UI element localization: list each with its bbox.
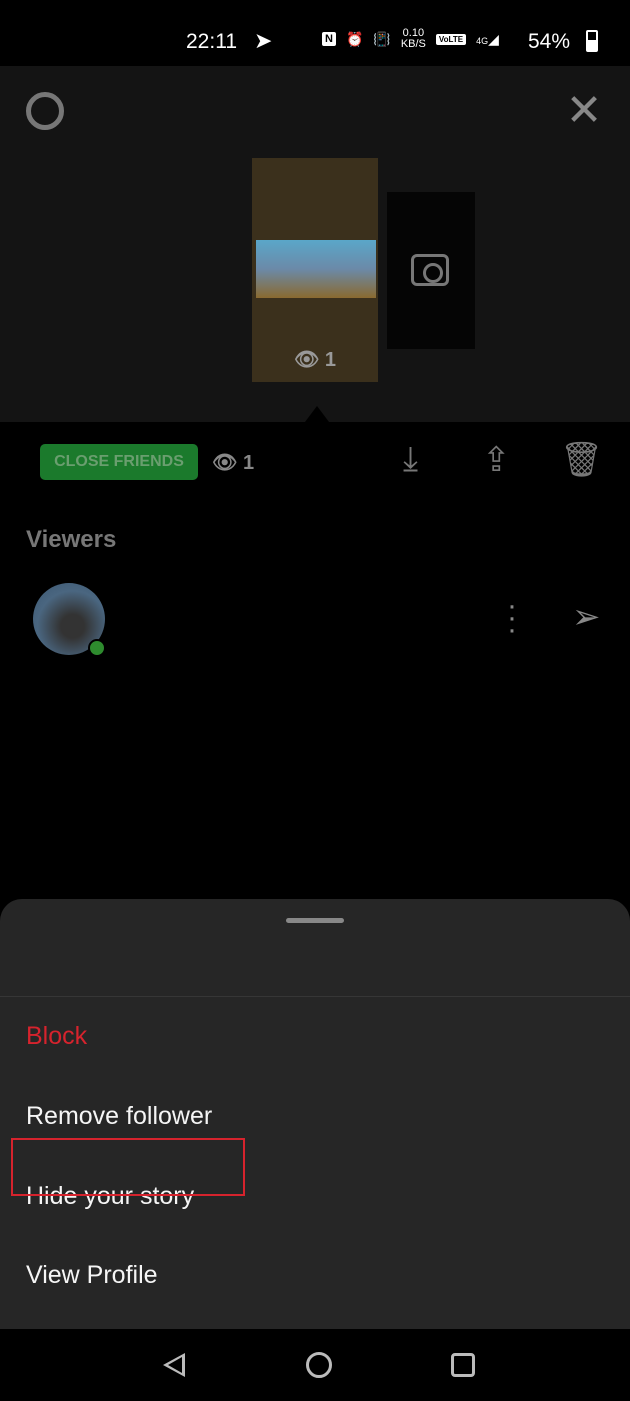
battery-percent: 54% xyxy=(528,30,571,53)
selected-pointer xyxy=(305,406,329,422)
eye-icon: 👁 xyxy=(293,349,320,371)
bottom-sheet: Block Remove follower Hide your story Vi… xyxy=(0,899,630,1329)
download-icon[interactable]: ⤓ xyxy=(403,440,418,479)
story-view-count: 👁 1 xyxy=(252,347,378,372)
delete-trash-icon[interactable]: 🗑 xyxy=(560,440,603,480)
net-speed: 0.10 KB/S xyxy=(401,28,426,50)
settings-gear-icon[interactable] xyxy=(26,92,64,130)
drag-handle[interactable] xyxy=(286,918,344,923)
online-indicator xyxy=(88,639,106,657)
recents-icon[interactable] xyxy=(451,1353,475,1377)
add-story-tile[interactable] xyxy=(387,192,475,349)
block-option[interactable]: Block xyxy=(26,1022,87,1051)
net-speed-unit: KB/S xyxy=(400,38,426,50)
story-thumbnail[interactable]: 👁 1 xyxy=(252,158,378,382)
send-icon[interactable]: ➢ xyxy=(572,597,601,637)
view-count-value: 1 xyxy=(242,452,255,474)
back-icon[interactable] xyxy=(163,1353,185,1377)
close-friends-badge: CLOSE FRIENDS xyxy=(40,444,198,480)
navigation-bar xyxy=(0,1329,630,1401)
signal-icon: 4G◢ xyxy=(476,30,499,47)
viewers-heading: Viewers xyxy=(26,526,117,553)
story-image xyxy=(256,240,376,298)
view-profile-option[interactable]: View Profile xyxy=(26,1261,158,1290)
volte-icon: VoLTE xyxy=(435,33,467,45)
clock: 22:11 xyxy=(186,30,237,53)
vibrate-icon: 📳 xyxy=(373,30,391,47)
alarm-icon: ⏰ xyxy=(345,30,364,47)
close-icon[interactable]: ✕ xyxy=(565,89,603,133)
nfc-icon: N xyxy=(322,32,336,46)
eye-icon: 👁 xyxy=(212,452,238,474)
remove-follower-option[interactable]: Remove follower xyxy=(26,1102,212,1131)
telegram-icon: ➤ xyxy=(254,28,273,53)
view-count[interactable]: 👁 1 xyxy=(212,450,254,475)
more-options-icon[interactable]: · · · xyxy=(500,591,524,645)
highlight-box xyxy=(11,1138,245,1196)
story-views-value: 1 xyxy=(324,349,337,371)
camera-icon xyxy=(411,254,449,286)
status-bar: 22:11 ➤ N ⏰ 📳 0.10 KB/S VoLTE 4G◢ 54% xyxy=(0,0,630,66)
home-icon[interactable] xyxy=(306,1352,332,1378)
network-type: 4G xyxy=(476,35,489,46)
divider xyxy=(0,996,630,997)
battery-icon xyxy=(586,30,598,52)
share-icon[interactable]: ⇪ xyxy=(482,440,511,480)
